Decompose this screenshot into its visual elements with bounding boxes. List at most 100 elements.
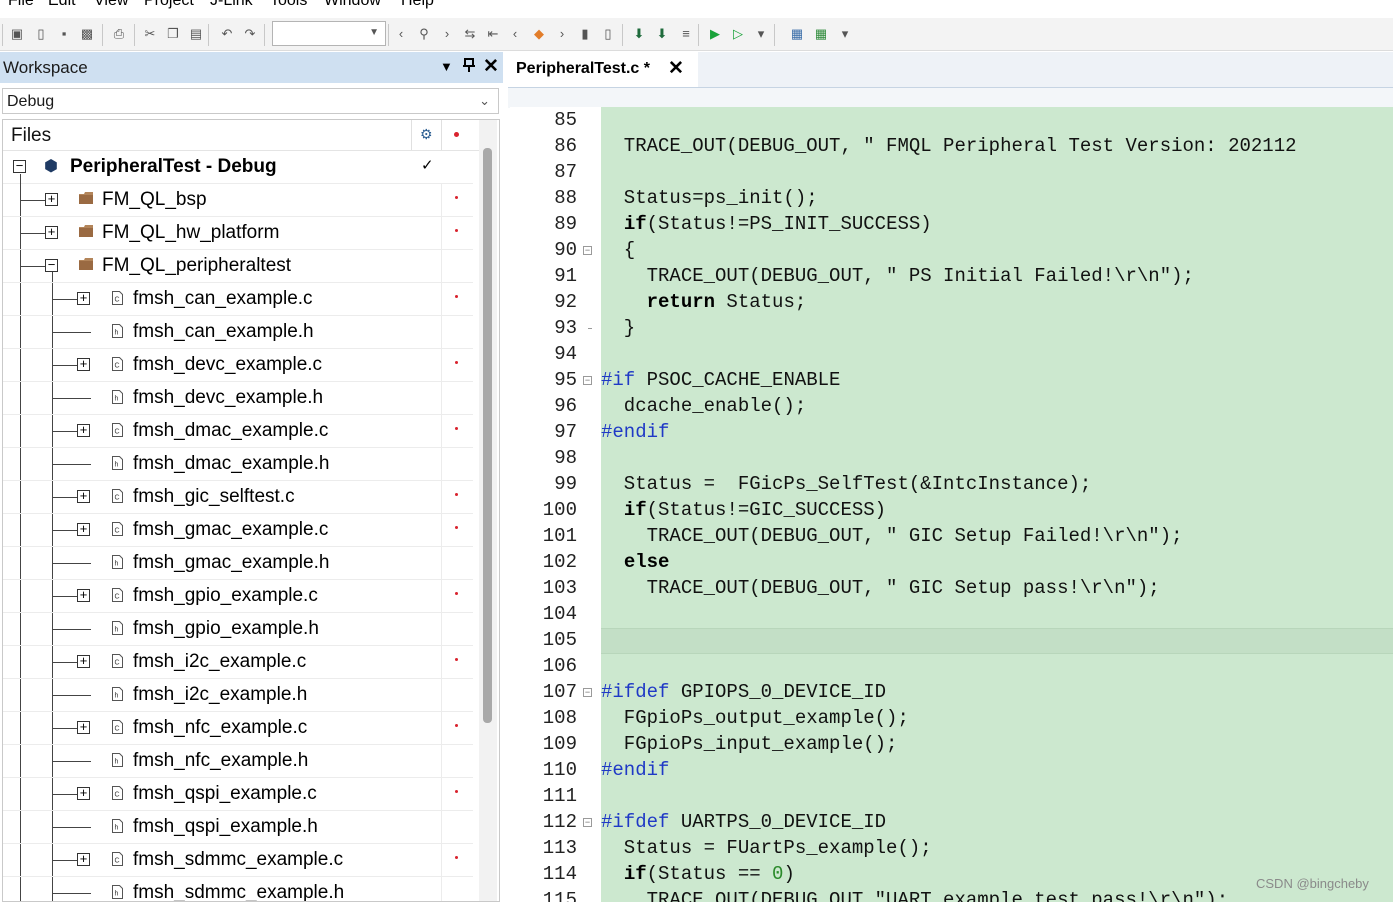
folder-row[interactable]: − FM_QL_peripheraltest <box>3 250 473 283</box>
expand-icon[interactable]: + <box>77 654 90 668</box>
file-row[interactable]: + Cfmsh_i2c_example.c <box>3 646 473 679</box>
code-line[interactable] <box>601 653 1393 679</box>
expand-icon[interactable]: + <box>77 357 90 371</box>
file-row[interactable]: + Cfmsh_gic_selftest.c <box>3 481 473 514</box>
file-row[interactable]: h fmsh_i2c_example.h <box>3 679 473 712</box>
code-line[interactable] <box>601 107 1393 133</box>
code-line[interactable]: return Status; <box>601 289 1393 315</box>
menu-project[interactable]: Project <box>144 0 194 10</box>
code-line[interactable]: if(Status!=GIC_SUCCESS) <box>601 497 1393 523</box>
menu-window[interactable]: Window <box>324 0 381 10</box>
expand-icon[interactable]: + <box>77 489 90 503</box>
close-icon[interactable]: ✕ <box>483 55 499 78</box>
code-line[interactable]: } <box>601 315 1393 341</box>
expand-icon[interactable]: + <box>45 192 58 206</box>
code-area[interactable]: TRACE_OUT(DEBUG_OUT, " FMQL Peripheral T… <box>601 107 1393 902</box>
save-all-icon[interactable]: ▩ <box>78 25 96 43</box>
menu-tools[interactable]: Tools <box>270 0 307 10</box>
print-icon[interactable]: ⎙ <box>110 25 128 43</box>
expand-icon[interactable]: + <box>77 588 90 602</box>
options-gear-icon[interactable]: ⚙ <box>420 126 433 143</box>
replace-icon[interactable]: ⇆ <box>461 25 479 43</box>
dropdown-icon[interactable]: ▼ <box>440 59 453 74</box>
file-row[interactable]: + Cfmsh_devc_example.c <box>3 349 473 382</box>
collapse-icon[interactable]: − <box>13 159 26 173</box>
new-project-icon[interactable]: ▣ <box>8 25 26 43</box>
nav-back-icon[interactable]: ‹ <box>392 25 410 43</box>
menu-edit[interactable]: Edit <box>48 0 76 10</box>
file-row[interactable]: h fmsh_qspi_example.h <box>3 811 473 844</box>
bookmark-prev-icon[interactable]: ‹ <box>506 25 524 43</box>
file-row[interactable]: + Cfmsh_can_example.c <box>3 283 473 316</box>
indent-icon[interactable]: ⇤ <box>484 25 502 43</box>
overflow-icon[interactable]: ▾ <box>752 25 770 43</box>
code-line[interactable]: TRACE_OUT(DEBUG_OUT, " GIC Setup pass!\r… <box>601 575 1393 601</box>
compile-icon[interactable]: ⬇ <box>630 25 648 43</box>
file-row[interactable]: + Cfmsh_nfc_example.c <box>3 712 473 745</box>
code-line[interactable] <box>601 601 1393 627</box>
menu-help[interactable]: Help <box>401 0 434 10</box>
file-row[interactable]: h fmsh_devc_example.h <box>3 382 473 415</box>
new-file-icon[interactable]: ▯ <box>32 25 50 43</box>
file-row[interactable]: + Cfmsh_sdmmc_example.c <box>3 844 473 877</box>
download-debug-icon[interactable]: ▷ <box>729 25 747 43</box>
stop-build-icon[interactable]: ≡ <box>677 25 695 43</box>
code-line[interactable]: #endif <box>601 419 1393 445</box>
code-line[interactable]: #ifdef UARTPS_0_DEVICE_ID <box>601 809 1393 835</box>
fold-toggle-icon[interactable]: − <box>583 688 592 697</box>
code-line[interactable] <box>601 159 1393 185</box>
code-line[interactable]: FGpioPs_output_example(); <box>601 705 1393 731</box>
expand-icon[interactable]: + <box>77 786 90 800</box>
redo-icon[interactable]: ↷ <box>241 25 259 43</box>
code-line[interactable] <box>601 445 1393 471</box>
file-row[interactable]: + Cfmsh_qspi_example.c <box>3 778 473 811</box>
expand-icon[interactable]: + <box>77 423 90 437</box>
project-row[interactable]: − ⬢ PeripheralTest - Debug ✓ <box>3 151 473 184</box>
close-tab-icon[interactable]: ✕ <box>668 57 684 80</box>
expand-icon[interactable]: + <box>45 225 58 239</box>
expand-icon[interactable]: + <box>77 291 90 305</box>
expand-icon[interactable]: + <box>77 720 90 734</box>
code-line[interactable]: dcache_enable(); <box>601 393 1393 419</box>
window-layout-icon[interactable]: ▦ <box>788 25 806 43</box>
copy-icon[interactable]: ❐ <box>164 25 182 43</box>
bookmark-next-icon[interactable]: › <box>553 25 571 43</box>
code-line[interactable]: TRACE_OUT(DEBUG_OUT, " PS Initial Failed… <box>601 263 1393 289</box>
menu-jlink[interactable]: J-Link <box>210 0 253 10</box>
scrollbar[interactable] <box>479 120 497 901</box>
file-row[interactable]: h fmsh_sdmmc_example.h <box>3 877 473 901</box>
expand-icon[interactable]: + <box>77 522 90 536</box>
configuration-select[interactable]: Debug ⌄ <box>2 88 499 114</box>
undo-icon[interactable]: ↶ <box>218 25 236 43</box>
editor-tab[interactable]: PeripheralTest.c * ✕ <box>508 52 698 87</box>
code-line[interactable]: TRACE_OUT(DEBUG_OUT, " FMQL Peripheral T… <box>601 133 1393 159</box>
code-line[interactable]: #if PSOC_CACHE_ENABLE <box>601 367 1393 393</box>
toggle-breakpoint-icon[interactable]: ▮ <box>576 25 594 43</box>
expand-icon[interactable]: + <box>77 852 90 866</box>
file-row[interactable]: h fmsh_dmac_example.h <box>3 448 473 481</box>
debug-icon[interactable]: ▶ <box>706 25 724 43</box>
file-row[interactable]: h fmsh_gpio_example.h <box>3 613 473 646</box>
fold-toggle-icon[interactable]: − <box>583 246 592 255</box>
code-line[interactable] <box>601 627 1393 653</box>
code-line[interactable] <box>601 341 1393 367</box>
file-row[interactable]: h fmsh_can_example.h <box>3 316 473 349</box>
code-line[interactable]: else <box>601 549 1393 575</box>
toolbar-combo[interactable]: ▼ <box>272 21 386 46</box>
code-line[interactable] <box>601 783 1393 809</box>
code-line[interactable]: #ifdef GPIOPS_0_DEVICE_ID <box>601 679 1393 705</box>
menu-view[interactable]: View <box>94 0 128 10</box>
code-line[interactable]: Status = FUartPs_example(); <box>601 835 1393 861</box>
code-line[interactable]: FGpioPs_input_example(); <box>601 731 1393 757</box>
pin-icon[interactable] <box>462 57 476 78</box>
file-row[interactable]: + Cfmsh_dmac_example.c <box>3 415 473 448</box>
code-editor[interactable]: 85 86 87 88 89 90−91 92 93 94 95−96 97 98 99 100 101 10… <box>510 107 1393 902</box>
nav-forward-icon[interactable]: › <box>438 25 456 43</box>
folder-row[interactable]: + FM_QL_hw_platform <box>3 217 473 250</box>
clear-breakpoint-icon[interactable]: ▯ <box>599 25 617 43</box>
file-row[interactable]: + Cfmsh_gpio_example.c <box>3 580 473 613</box>
file-row[interactable]: + Cfmsh_gmac_example.c <box>3 514 473 547</box>
code-line[interactable]: Status=ps_init(); <box>601 185 1393 211</box>
file-row[interactable]: h fmsh_gmac_example.h <box>3 547 473 580</box>
file-row[interactable]: h fmsh_nfc_example.h <box>3 745 473 778</box>
